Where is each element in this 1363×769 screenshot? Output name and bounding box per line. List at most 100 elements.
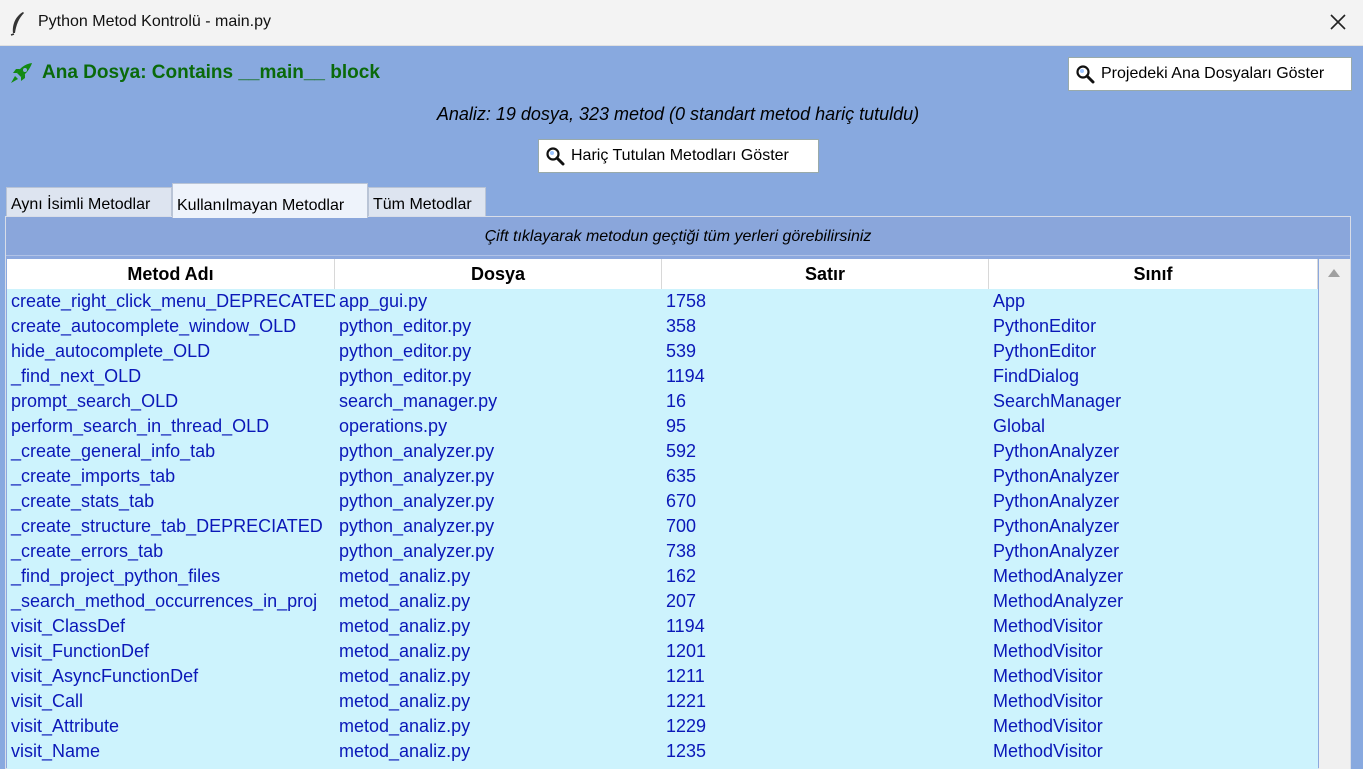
scroll-up-arrow[interactable]: [1328, 269, 1340, 277]
column-header-class[interactable]: Sınıf: [989, 259, 1318, 289]
table-row[interactable]: prompt_search_OLD search_manager.py 16 Sear…: [7, 389, 1318, 414]
tab-panel: Çift tıklayarak metodun geçtiği tüm yerl…: [5, 216, 1351, 769]
table-row[interactable]: _create_general_info_tab python_analyzer.…: [7, 439, 1318, 464]
cell-file: metod_analiz.py: [339, 591, 471, 611]
cell-line: 1194: [666, 616, 705, 636]
cell-class: PythonAnalyzer: [993, 541, 1120, 561]
cell-class: PythonAnalyzer: [993, 441, 1120, 461]
cell-file: python_analyzer.py: [339, 491, 495, 511]
table-row[interactable]: _create_errors_tab python_analyzer.py 738 P…: [7, 539, 1318, 564]
cell-line: 738: [666, 541, 697, 561]
cell-line: 592: [666, 441, 697, 461]
table-row[interactable]: visit_Attribute metod_analiz.py 1229 Method…: [7, 714, 1318, 739]
cell-line: 700: [666, 516, 697, 536]
cell-class: MethodAnalyzer: [993, 566, 1124, 586]
cell-file: operations.py: [339, 416, 448, 436]
table-row[interactable]: visit_FunctionDef metod_analiz.py 1201 Meth…: [7, 639, 1318, 664]
tab-unused-methods[interactable]: Kullanılmayan Metodlar: [172, 183, 368, 218]
cell-method-name: visit_ClassDef: [11, 616, 126, 636]
cell-method-name: visit_Name: [11, 741, 101, 761]
cell-method-name: hide_autocomplete_OLD: [11, 341, 211, 361]
tab-same-name-methods[interactable]: Aynı İsimli Metodlar: [6, 187, 172, 217]
table-row[interactable]: _create_imports_tab python_analyzer.py 635…: [7, 464, 1318, 489]
vertical-scrollbar[interactable]: [1319, 259, 1350, 769]
cell-method-name: _create_stats_tab: [11, 491, 155, 511]
cell-method-name: _find_project_python_files: [11, 566, 221, 586]
analysis-summary: Analiz: 19 dosya, 323 metod (0 standart …: [436, 104, 920, 124]
table-row[interactable]: _find_project_python_files metod_analiz.p…: [7, 564, 1318, 589]
column-header-method-name[interactable]: Metod Adı: [7, 259, 335, 289]
main-file-text: Ana Dosya: Contains __main__ block: [42, 62, 380, 83]
cell-method-name: _find_next_OLD: [11, 366, 142, 386]
table-row[interactable]: create_right_click_menu_DEPRECATED app_gu…: [7, 289, 1318, 314]
cell-file: metod_analiz.py: [339, 641, 471, 661]
cell-method-name: _create_structure_tab_DEPRECIATED: [11, 516, 323, 536]
cell-class: PythonAnalyzer: [993, 516, 1120, 536]
cell-method-name: prompt_search_OLD: [11, 391, 179, 411]
table-row[interactable]: create_autocomplete_window_OLD python_edi…: [7, 314, 1318, 339]
cell-method-name: _search_method_occurrences_in_proj: [11, 591, 318, 611]
cell-line: 1201: [666, 641, 707, 661]
cell-file: python_analyzer.py: [339, 466, 495, 486]
client-area: Ana Dosya: Contains __main__ block Proje…: [0, 46, 1363, 769]
table-row[interactable]: _create_stats_tab python_analyzer.py 670 Py…: [7, 489, 1318, 514]
cell-method-name: visit_Call: [11, 691, 84, 711]
table-row[interactable]: _search_method_occurrences_in_proj metod_…: [7, 589, 1318, 614]
cell-file: metod_analiz.py: [339, 666, 471, 686]
magnifier-icon: [546, 147, 565, 166]
cell-class: FindDialog: [993, 366, 1080, 386]
cell-method-name: visit_Attribute: [11, 716, 120, 736]
cell-class: PythonAnalyzer: [993, 466, 1120, 486]
main-file-label: Ana Dosya: Contains __main__ block: [10, 62, 380, 84]
column-header-file[interactable]: Dosya: [335, 259, 662, 289]
cell-file: search_manager.py: [339, 391, 498, 411]
title-bar: Python Metod Kontrolü - main.py: [0, 0, 1363, 46]
window-title: Python Metod Kontrolü - main.py: [38, 13, 272, 30]
cell-line: 1221: [666, 691, 707, 711]
cell-file: python_editor.py: [339, 341, 472, 361]
table-row[interactable]: _create_structure_tab_DEPRECIATED python_…: [7, 514, 1318, 539]
cell-class: PythonAnalyzer: [993, 491, 1120, 511]
cell-line: 162: [666, 566, 697, 586]
table-row[interactable]: perform_search_in_thread_OLD operations.p…: [7, 414, 1318, 439]
column-header-line[interactable]: Satır: [662, 259, 989, 289]
table-body: create_right_click_menu_DEPRECATED app_gu…: [7, 289, 1318, 764]
cell-class: App: [993, 291, 1026, 311]
show-main-files-label: Projedeki Ana Dosyaları Göster: [1101, 65, 1325, 82]
table-row[interactable]: visit_Call metod_analiz.py 1221 MethodVisit…: [7, 689, 1318, 714]
cell-class: MethodVisitor: [993, 716, 1103, 736]
show-excluded-methods-button[interactable]: Hariç Tutulan Metodları Göster: [538, 139, 819, 173]
cell-file: metod_analiz.py: [339, 741, 471, 761]
cell-file: python_analyzer.py: [339, 516, 495, 536]
show-excluded-methods-label: Hariç Tutulan Metodları Göster: [571, 147, 789, 164]
cell-line: 1211: [666, 666, 705, 686]
cell-class: MethodVisitor: [993, 691, 1103, 711]
double-click-hint: Çift tıklayarak metodun geçtiği tüm yerl…: [6, 217, 1350, 256]
close-icon[interactable]: [1327, 11, 1349, 33]
cell-class: MethodVisitor: [993, 641, 1103, 661]
table-row[interactable]: visit_AsyncFunctionDef metod_analiz.py 121…: [7, 664, 1318, 689]
cell-file: python_editor.py: [339, 316, 472, 336]
cell-file: metod_analiz.py: [339, 566, 471, 586]
methods-table[interactable]: Metod Adı Dosya Satır Sınıf create_right…: [7, 259, 1318, 769]
cell-line: 358: [666, 316, 697, 336]
cell-file: metod_analiz.py: [339, 716, 471, 736]
table-row[interactable]: visit_ClassDef metod_analiz.py 1194 MethodV…: [7, 614, 1318, 639]
cell-class: PythonEditor: [993, 316, 1097, 336]
feather-icon: [10, 12, 24, 36]
table-header: Metod Adı Dosya Satır Sınıf: [7, 259, 1318, 289]
show-main-files-button[interactable]: Projedeki Ana Dosyaları Göster: [1068, 57, 1352, 91]
cell-line: 207: [666, 591, 697, 611]
cell-line: 16: [666, 391, 687, 411]
cell-line: 95: [666, 416, 687, 436]
cell-class: MethodAnalyzer: [993, 591, 1124, 611]
magnifier-icon: [1076, 65, 1095, 84]
rocket-icon: [11, 63, 32, 83]
tab-all-methods[interactable]: Tüm Metodlar: [368, 187, 486, 217]
table-row[interactable]: _find_next_OLD python_editor.py 1194 FindDi…: [7, 364, 1318, 389]
table-row[interactable]: hide_autocomplete_OLD python_editor.py 539…: [7, 339, 1318, 364]
table-row[interactable]: visit_Name metod_analiz.py 1235 MethodVisit…: [7, 739, 1318, 764]
cell-file: python_analyzer.py: [339, 441, 495, 461]
cell-method-name: _create_imports_tab: [11, 466, 176, 486]
cell-method-name: perform_search_in_thread_OLD: [11, 416, 270, 436]
